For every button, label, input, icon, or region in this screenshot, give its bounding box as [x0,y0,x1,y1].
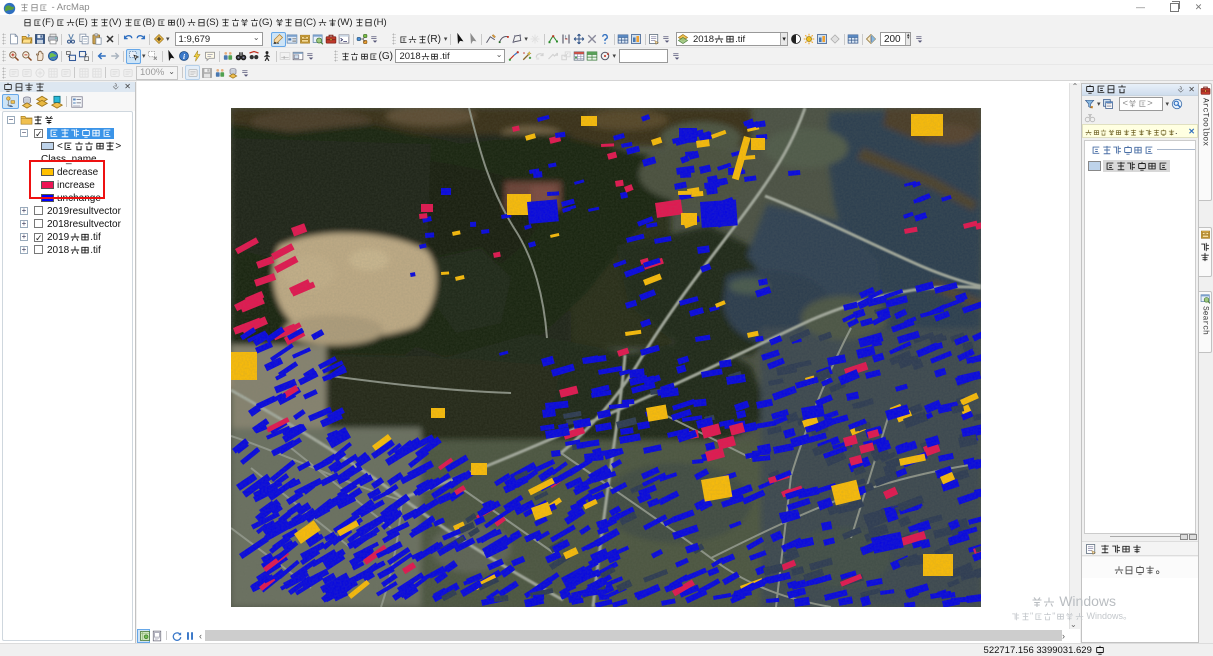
svg-text:1: 1 [565,34,568,39]
